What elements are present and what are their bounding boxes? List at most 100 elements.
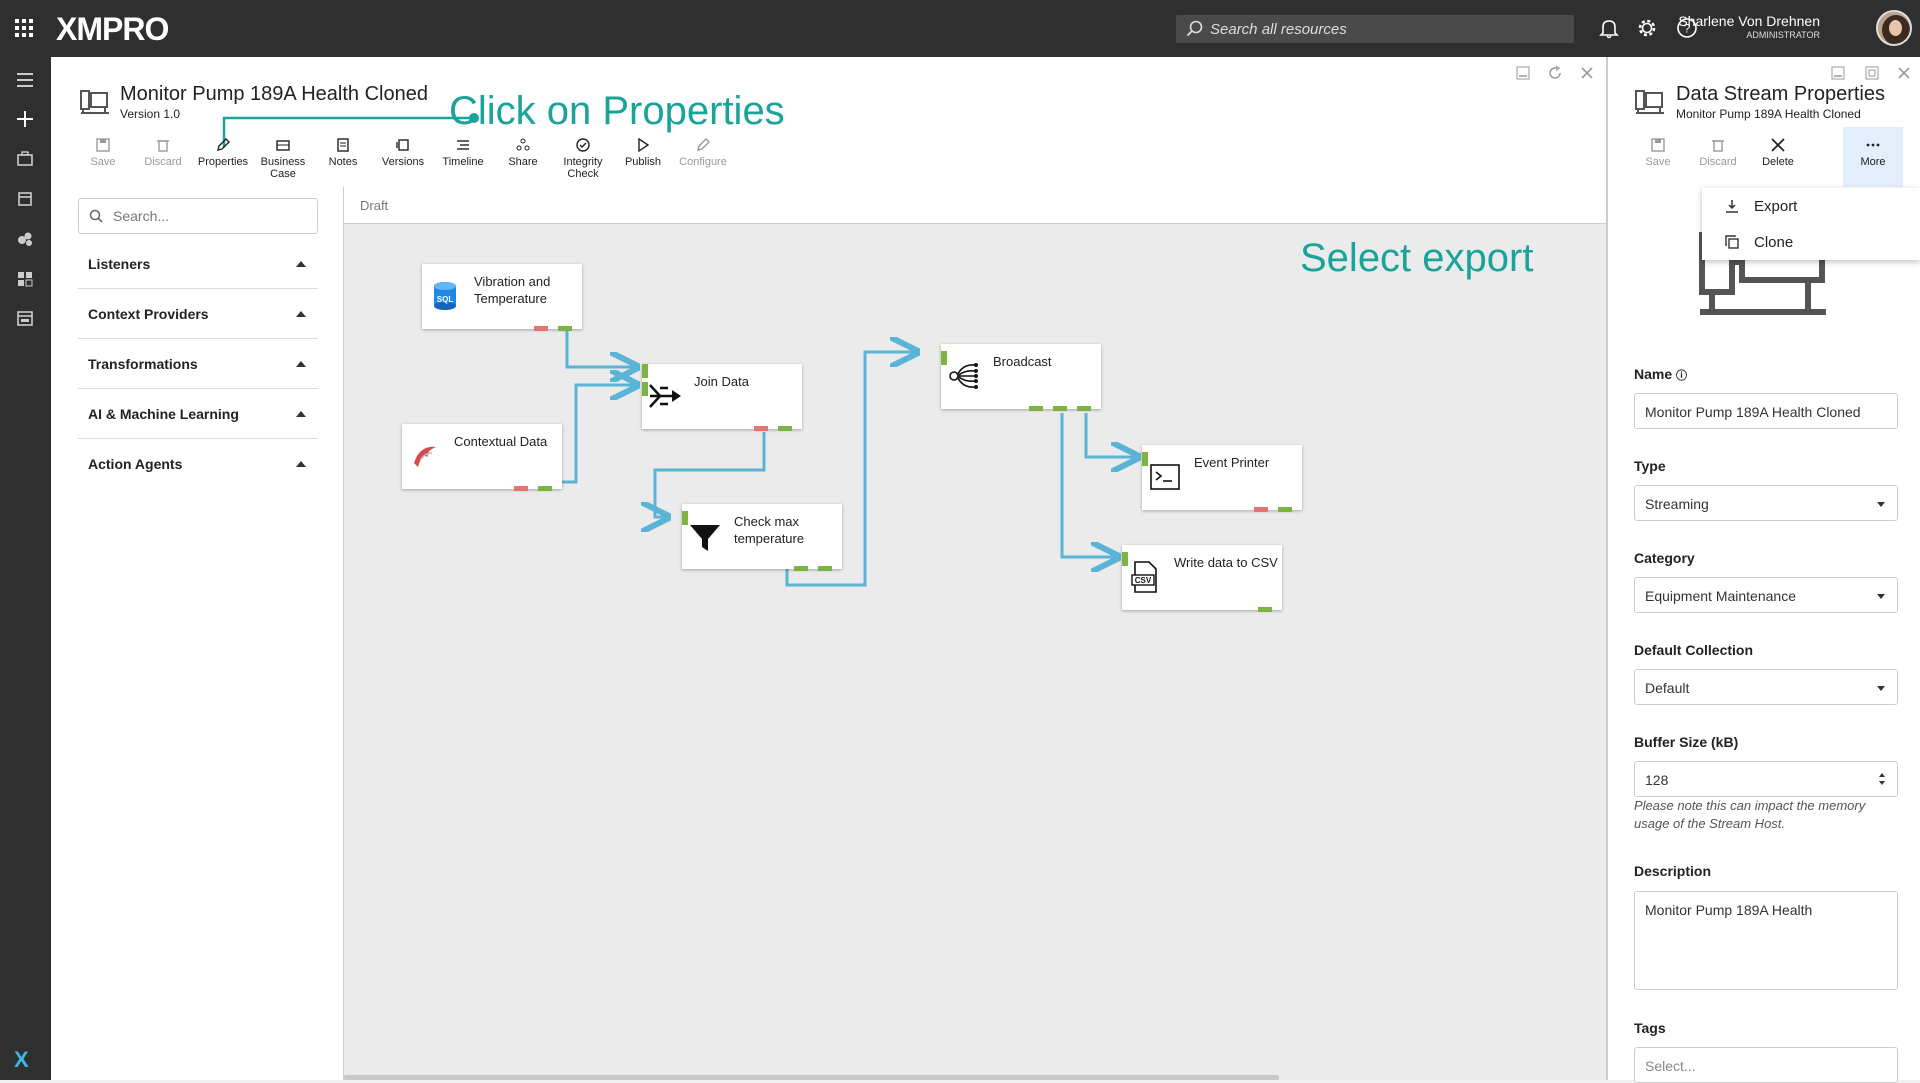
panel-title: Data Stream Properties	[1676, 83, 1885, 105]
stream-icon[interactable]	[13, 228, 37, 250]
category-ai-machine-learning[interactable]: AI & Machine Learning	[78, 389, 318, 439]
panel-more-button[interactable]: More	[1843, 137, 1903, 168]
category-action-agents[interactable]: Action Agents	[78, 439, 318, 489]
search-placeholder: Search all resources	[1210, 21, 1347, 38]
category-select[interactable]: Equipment Maintenance	[1634, 577, 1898, 613]
wire-vibration-join	[565, 326, 637, 367]
avatar[interactable]	[1876, 10, 1912, 46]
discard-label: Discard	[1699, 156, 1737, 168]
description-label: Description	[1634, 863, 1712, 879]
name-input[interactable]: Monitor Pump 189A Health Cloned	[1634, 393, 1898, 429]
description-textarea[interactable]: Monitor Pump 189A Health	[1634, 891, 1898, 990]
minimize-icon[interactable]	[1830, 65, 1846, 81]
pump-icon	[80, 90, 109, 114]
flow-canvas[interactable]: Draft SQL Vibration and Temperature Cont…	[343, 187, 1766, 1080]
configure-label: Configure	[679, 156, 727, 168]
discard-button[interactable]: Discard	[133, 137, 193, 168]
publish-button[interactable]: Publish	[613, 137, 673, 168]
palette-search-input[interactable]: Search...	[78, 198, 318, 234]
xmpro-x-logo[interactable]: X	[14, 1047, 29, 1073]
share-label: Share	[508, 156, 538, 168]
output-port[interactable]	[1258, 607, 1272, 612]
filter-icon	[688, 514, 722, 558]
add-icon[interactable]	[13, 108, 37, 130]
app-grid-icon[interactable]	[14, 18, 34, 38]
properties-button[interactable]: Properties	[193, 137, 253, 168]
business-case-button[interactable]: Business Case	[253, 137, 313, 180]
maximize-icon[interactable]	[1864, 65, 1880, 81]
stepper-icon[interactable]	[1877, 769, 1887, 789]
error-port[interactable]	[534, 326, 548, 331]
integrity-check-button[interactable]: Integrity Check	[553, 137, 613, 180]
node-check-max-temperature[interactable]: Check max temperature	[682, 504, 842, 571]
node-event-printer[interactable]: Event Printer	[1142, 445, 1302, 512]
output-port-1[interactable]	[794, 566, 808, 571]
share-button[interactable]: Share	[493, 137, 553, 168]
collapse-arrow-icon	[296, 461, 306, 467]
node-vibration-temperature[interactable]: SQL Vibration and Temperature	[422, 264, 582, 331]
error-port[interactable]	[514, 486, 528, 491]
configure-button[interactable]: Configure	[673, 137, 733, 168]
output-port-3[interactable]	[1077, 406, 1091, 411]
wire-broadcast-csv	[1060, 413, 1118, 557]
output-port-2[interactable]	[818, 566, 832, 571]
node-contextual-data[interactable]: Contextual Data	[402, 424, 562, 491]
bell-icon[interactable]	[1598, 17, 1620, 39]
user-role: ADMINISTRATOR	[1746, 30, 1820, 40]
output-port[interactable]	[778, 426, 792, 431]
error-port[interactable]	[754, 426, 768, 431]
pump-icon	[1635, 90, 1664, 114]
delete-label: Delete	[1762, 156, 1794, 168]
node-broadcast[interactable]: Broadcast	[941, 344, 1101, 411]
type-select[interactable]: Streaming	[1634, 485, 1898, 521]
minimize-icon[interactable]	[1515, 65, 1531, 81]
app-icon[interactable]	[13, 308, 37, 330]
tags-select[interactable]: Select...	[1634, 1047, 1898, 1083]
buffer-size-input[interactable]: 128	[1634, 761, 1898, 797]
error-port[interactable]	[1254, 507, 1268, 512]
default-collection-select[interactable]: Default	[1634, 669, 1898, 705]
more-menu: Export Clone	[1702, 188, 1920, 260]
versions-button[interactable]: Versions	[373, 137, 433, 168]
xmpro-logo[interactable]: XMPRO	[56, 11, 169, 48]
calendar-icon[interactable]	[13, 188, 37, 210]
panel-discard-button[interactable]: Discard	[1688, 137, 1748, 168]
type-value: Streaming	[1645, 496, 1709, 512]
menu-icon[interactable]	[13, 69, 37, 91]
output-port[interactable]	[1278, 507, 1292, 512]
briefcase-icon[interactable]	[13, 148, 37, 170]
panel-delete-button[interactable]: Delete	[1748, 137, 1808, 168]
output-port[interactable]	[558, 326, 572, 331]
timeline-label: Timeline	[442, 156, 484, 168]
node-write-data-csv[interactable]: CSV Write data to CSV	[1122, 545, 1282, 612]
notes-button[interactable]: Notes	[313, 137, 373, 168]
node-join-data[interactable]: Join Data	[642, 364, 802, 431]
search-icon	[1186, 20, 1203, 37]
collection-value: Default	[1645, 680, 1690, 696]
dashboard-icon[interactable]	[13, 268, 37, 290]
refresh-icon[interactable]	[1547, 65, 1563, 81]
menu-item-export[interactable]: Export	[1702, 188, 1920, 224]
timeline-button[interactable]: Timeline	[433, 137, 493, 168]
info-icon: ⓘ	[1676, 370, 1688, 382]
horizontal-scrollbar[interactable]	[344, 1075, 1279, 1080]
category-transformations[interactable]: Transformations	[78, 339, 318, 389]
user-info[interactable]: Sharlene Von Drehnen ADMINISTRATOR	[1620, 13, 1820, 40]
save-button[interactable]: Save	[73, 137, 133, 168]
output-port[interactable]	[538, 486, 552, 491]
panel-save-button[interactable]: Save	[1628, 137, 1688, 168]
close-icon[interactable]	[1579, 65, 1595, 81]
category-context-providers[interactable]: Context Providers	[78, 289, 318, 339]
play-icon	[638, 137, 650, 153]
close-icon[interactable]	[1896, 65, 1912, 81]
csv-file-icon: CSV	[1128, 555, 1162, 599]
palette-search-placeholder: Search...	[113, 208, 170, 224]
name-value: Monitor Pump 189A Health Cloned	[1645, 404, 1861, 420]
terminal-icon	[1148, 455, 1182, 499]
output-port-1[interactable]	[1029, 406, 1043, 411]
global-search-input[interactable]: Search all resources	[1176, 15, 1574, 43]
menu-item-clone[interactable]: Clone	[1702, 224, 1920, 260]
category-listeners[interactable]: Listeners	[78, 239, 318, 289]
user-name: Sharlene Von Drehnen	[1678, 13, 1820, 29]
output-port-2[interactable]	[1053, 406, 1067, 411]
